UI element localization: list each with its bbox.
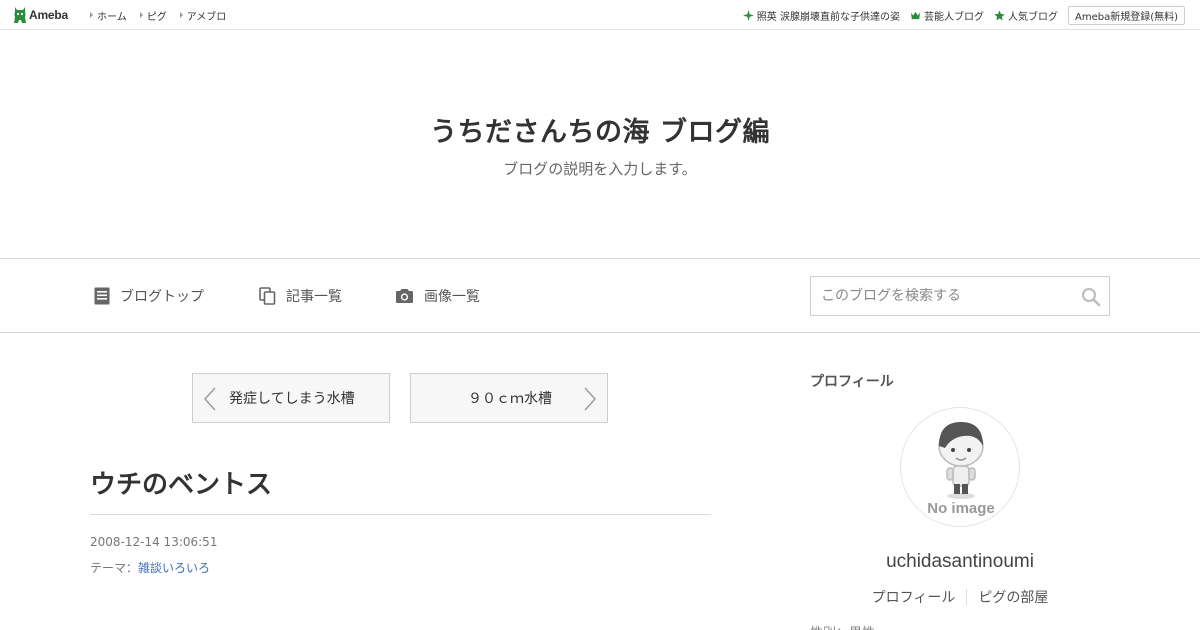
global-nav-pigg[interactable]: ピグ [139, 8, 167, 23]
search-input[interactable] [811, 277, 1071, 315]
blog-description: ブログの説明を入力します。 [503, 160, 697, 178]
topic-link[interactable]: 照英 涙腺崩壊直前な子供達の姿 [742, 8, 900, 23]
theme-link[interactable]: 雑談いろいろ [138, 559, 210, 576]
article-theme: テーマ： 雑談いろいろ [90, 559, 210, 576]
nav-label: 記事一覧 [286, 289, 342, 305]
popular-blog-label: 人気ブログ [1007, 11, 1058, 23]
theme-prefix: テーマ： [90, 561, 139, 575]
global-nav-home[interactable]: ホーム [90, 8, 127, 23]
global-topbar-right: 照英 涙腺崩壊直前な子供達の姿 芸能人ブログ 人気ブログ Ameba新規登録(無… [733, 0, 1185, 30]
nav-image-list[interactable]: 画像一覧 [395, 285, 480, 307]
global-nav-ameblo[interactable]: アメブロ [179, 8, 227, 23]
profile-username[interactable]: uchidasantinoumi [810, 551, 1110, 573]
article-date: 2008-12-14 13:06:51 [90, 535, 218, 549]
global-topbar: Ameba ホーム ピグ アメブロ 照英 涙腺崩壊直前な子供達の姿 芸能人ブログ… [0, 0, 1200, 30]
nav-blog-top[interactable]: ブログトップ [94, 285, 204, 307]
celebrity-blog-link[interactable]: 芸能人ブログ [910, 8, 984, 23]
global-nav-label: ピグ [146, 11, 167, 23]
topic-link-label: 照英 涙腺崩壊直前な子供達の姿 [756, 11, 900, 23]
avatar[interactable]: No image [900, 407, 1020, 527]
blog-search [810, 276, 1110, 316]
triangle-icon [90, 12, 93, 18]
search-icon[interactable] [1081, 287, 1101, 307]
triangle-icon [139, 12, 143, 18]
prev-entry-button[interactable]: 発症してしまう水槽 [192, 373, 390, 423]
ameba-logo[interactable]: Ameba [13, 6, 68, 24]
chevron-right-icon [584, 387, 596, 411]
profile-heading: プロフィール [810, 374, 894, 390]
global-nav-label: ホーム [97, 11, 127, 23]
chevron-left-icon [204, 387, 216, 411]
sparkle-icon [742, 9, 754, 21]
nav-label: ブログトップ [120, 289, 204, 305]
document-icon [94, 287, 110, 305]
blog-title[interactable]: うちださんちの海 ブログ編 [0, 110, 1200, 149]
avatar-caption: No image [927, 500, 995, 517]
global-nav-label: アメブロ [186, 11, 227, 23]
crown-icon [910, 11, 921, 19]
ameba-logo-text: Ameba [29, 8, 69, 22]
celebrity-blog-label: 芸能人ブログ [923, 11, 984, 23]
blog-header: うちださんちの海 ブログ編 ブログの説明を入力します。 [0, 30, 1200, 259]
article-divider [90, 514, 711, 515]
popular-blog-link[interactable]: 人気ブログ [994, 8, 1058, 23]
next-entry-button[interactable]: ９０ｃｍ水槽 [410, 373, 608, 423]
profile-links: プロフィール ピグの部屋 [810, 587, 1110, 607]
copy-icon [259, 287, 276, 305]
blog-nav: ブログトップ 記事一覧 画像一覧 [0, 259, 1200, 333]
prev-entry-label: 発症してしまう水槽 [229, 391, 355, 407]
pigg-room-link[interactable]: ピグの部屋 [967, 587, 1059, 607]
next-entry-label: ９０ｃｍ水槽 [468, 391, 552, 407]
global-nav: ホーム ピグ アメブロ [90, 0, 239, 30]
profile-link[interactable]: プロフィール [861, 587, 967, 607]
star-icon [994, 9, 1005, 20]
ameba-mascot-icon [14, 7, 26, 23]
profile-gender: 性別：男性 [810, 622, 875, 630]
camera-icon [396, 289, 413, 303]
nav-entry-list[interactable]: 記事一覧 [259, 285, 342, 307]
article-title[interactable]: ウチのベントス [90, 464, 272, 501]
triangle-icon [179, 12, 183, 18]
register-button[interactable]: Ameba新規登録(無料) [1067, 5, 1185, 25]
nav-label: 画像一覧 [424, 289, 480, 305]
